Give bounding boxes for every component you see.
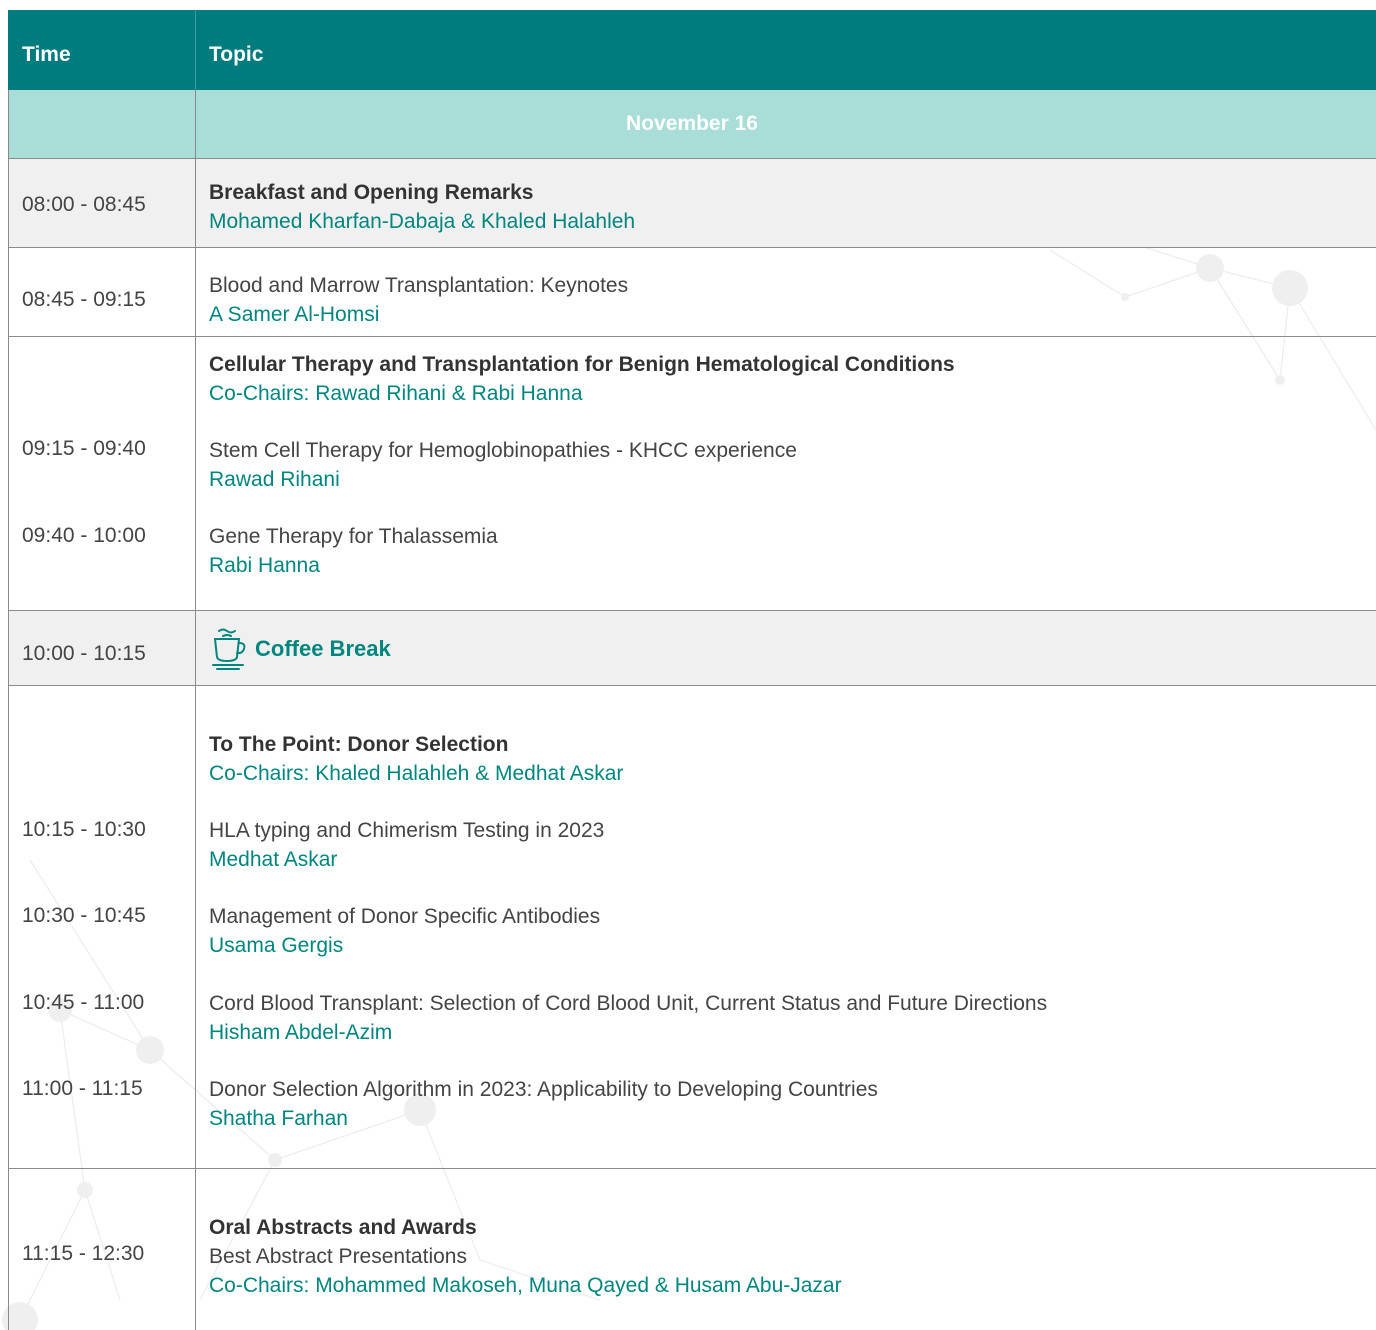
coffee-cup-icon (212, 628, 246, 670)
table-row: 11:15 - 12:30 Oral Abstracts and Awards … (8, 1169, 1376, 1330)
coffee-break-label: Coffee Break (255, 636, 391, 661)
talk-speaker: Hisham Abdel-Azim (209, 1021, 393, 1044)
talk-speaker: Rabi Hanna (209, 554, 320, 577)
talk-title: Cord Blood Transplant: Selection of Cord… (209, 992, 1048, 1015)
agenda-table: Time Topic November 16 08:00 - 08:45 Bre… (8, 10, 1376, 1330)
table-header: Time Topic (8, 10, 1376, 90)
session-time: 10:00 - 10:15 (22, 642, 146, 665)
session-time: 08:45 - 09:15 (22, 288, 146, 311)
talk-speaker: Medhat Askar (209, 848, 338, 871)
session-subtitle: Best Abstract Presentations (209, 1245, 467, 1268)
session-time: 08:00 - 08:45 (22, 193, 146, 216)
session-title: Breakfast and Opening Remarks (209, 181, 534, 204)
session-title: Blood and Marrow Transplantation: Keynot… (209, 274, 629, 297)
table-row: 08:00 - 08:45 Breakfast and Opening Rema… (8, 159, 1376, 248)
day-heading: November 16 (8, 90, 1376, 159)
talk-speaker: Shatha Farhan (209, 1107, 348, 1130)
column-divider (195, 90, 196, 1330)
talk-time: 09:40 - 10:00 (22, 524, 146, 547)
talk-title: HLA typing and Chimerism Testing in 2023 (209, 819, 605, 842)
talk-time: 10:45 - 11:00 (22, 991, 145, 1014)
talk-time: 10:15 - 10:30 (22, 818, 146, 841)
talk-speaker: Usama Gergis (209, 934, 344, 957)
talk-speaker: Rawad Rihani (209, 468, 340, 491)
talk-time: 11:00 - 11:15 (22, 1077, 143, 1100)
talk-time: 09:15 - 09:40 (22, 437, 146, 460)
session-speaker: Mohamed Kharfan-Dabaja & Khaled Halahleh (209, 210, 636, 233)
table-row: Cellular Therapy and Transplantation for… (8, 337, 1376, 611)
session-title: Oral Abstracts and Awards (209, 1216, 477, 1239)
session-chairs: Co-Chairs: Khaled Halahleh & Medhat Aska… (209, 762, 624, 785)
header-topic: Topic (209, 43, 264, 66)
table-row: 10:00 - 10:15 Coffee Break (8, 611, 1376, 686)
table-row: To The Point: Donor Selection Co-Chairs:… (8, 686, 1376, 1169)
session-speaker: A Samer Al-Homsi (209, 303, 380, 326)
session-chairs: Co-Chairs: Mohammed Makoseh, Muna Qayed … (209, 1274, 842, 1297)
talk-title: Stem Cell Therapy for Hemoglobinopathies… (209, 439, 797, 462)
session-title: Cellular Therapy and Transplantation for… (209, 353, 955, 376)
session-title: To The Point: Donor Selection (209, 733, 509, 756)
table-row: 08:45 - 09:15 Blood and Marrow Transplan… (8, 248, 1376, 337)
session-time: 11:15 - 12:30 (22, 1242, 145, 1265)
talk-title: Management of Donor Specific Antibodies (209, 905, 601, 928)
talk-title: Donor Selection Algorithm in 2023: Appli… (209, 1078, 878, 1101)
talk-title: Gene Therapy for Thalassemia (209, 525, 498, 548)
talk-time: 10:30 - 10:45 (22, 904, 146, 927)
header-time: Time (22, 43, 71, 66)
session-chairs: Co-Chairs: Rawad Rihani & Rabi Hanna (209, 382, 583, 405)
